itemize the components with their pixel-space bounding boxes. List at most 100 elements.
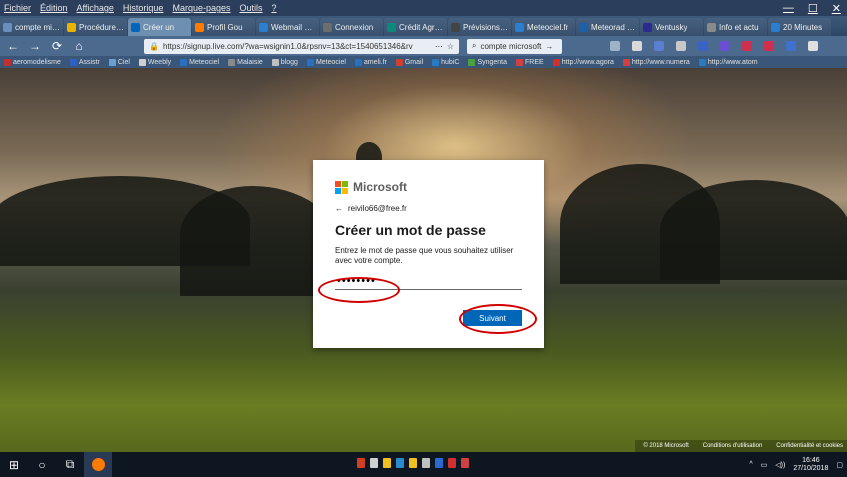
extension-icon[interactable] <box>698 41 708 51</box>
bookmark-item[interactable]: hubiC <box>432 58 459 66</box>
bookmark-item[interactable]: blogg <box>271 58 298 66</box>
extension-icon[interactable] <box>632 41 642 51</box>
tab[interactable]: Prévisions m <box>448 18 511 36</box>
tab[interactable]: Meteorad RG <box>576 18 639 36</box>
app-icon[interactable] <box>461 458 469 468</box>
tab[interactable]: 20 Minutes <box>768 18 831 36</box>
tab[interactable]: compte micro <box>0 18 63 36</box>
bookmark-label: ameli.fr <box>363 58 387 66</box>
tab[interactable]: Profil Gou <box>192 18 255 36</box>
tab-label: Procédure de <box>79 22 124 32</box>
tab-favicon-icon <box>387 22 396 32</box>
menu-history[interactable]: Historique <box>123 3 164 13</box>
more-icon[interactable]: ⋯ <box>435 42 443 51</box>
back-icon[interactable]: ← <box>6 39 20 53</box>
bookmark-favicon-icon <box>468 58 476 66</box>
search-go-icon[interactable]: → <box>545 42 553 51</box>
extension-icon[interactable] <box>720 41 730 51</box>
volume-icon[interactable]: ◁)) <box>775 461 785 469</box>
bookmark-item[interactable]: http://www.numera <box>622 58 690 66</box>
extension-icon[interactable] <box>764 41 774 51</box>
menu-bar: Fichier Édition Affichage Historique Mar… <box>0 0 847 16</box>
app-icon[interactable] <box>357 458 365 468</box>
microsoft-logo-icon <box>335 180 348 194</box>
lock-icon: 🔒 <box>149 41 159 51</box>
notifications-icon[interactable]: ▢ <box>836 461 843 469</box>
back-arrow-icon[interactable]: ← <box>335 204 343 213</box>
bookmark-item[interactable]: Malaisie <box>228 58 263 66</box>
extension-icon[interactable] <box>676 41 686 51</box>
terms-link[interactable]: Conditions d'utilisation <box>703 443 763 449</box>
tab[interactable]: Webmail Fre <box>256 18 319 36</box>
bookmark-favicon-icon <box>395 58 403 66</box>
tray-chevron-icon[interactable]: ^ <box>749 461 752 468</box>
extension-icon[interactable] <box>654 41 664 51</box>
tab-favicon-icon <box>643 22 652 32</box>
tab[interactable]: Procédure de <box>64 18 127 36</box>
clock[interactable]: 16:46 27/10/2018 <box>793 457 828 473</box>
app-icon[interactable] <box>383 458 391 468</box>
task-view-icon[interactable]: ⧉ <box>56 452 84 477</box>
bookmark-star-icon[interactable]: ☆ <box>447 42 454 51</box>
bookmark-item[interactable]: Weebly <box>138 58 171 66</box>
bookmark-item[interactable]: FREE <box>516 58 544 66</box>
forward-icon[interactable]: → <box>28 39 42 53</box>
tab[interactable]: Ventusky <box>640 18 703 36</box>
tab-favicon-icon <box>195 22 204 32</box>
tab-label: 20 Minutes <box>783 22 823 32</box>
bookmark-item[interactable]: Assistr <box>69 58 100 66</box>
tab[interactable]: Meteociel.fr <box>512 18 575 36</box>
bookmark-item[interactable]: Meteociel <box>180 58 219 66</box>
app-icon[interactable] <box>409 458 417 468</box>
app-icon[interactable] <box>396 458 404 468</box>
search-input[interactable]: ⌕ compte microsoft → <box>467 38 562 54</box>
windows-start-icon[interactable]: ⊞ <box>0 452 28 477</box>
bookmark-item[interactable]: Gmail <box>395 58 423 66</box>
close-icon[interactable]: ✕ <box>832 2 841 15</box>
menu-tools[interactable]: Outils <box>240 3 263 13</box>
privacy-link[interactable]: Confidentialité et cookies <box>776 443 843 449</box>
app-icon[interactable] <box>435 458 443 468</box>
tab-label: Profil Gou <box>207 22 243 32</box>
tab[interactable]: Connexion <box>320 18 383 36</box>
tab[interactable]: Crédit Agricol <box>384 18 447 36</box>
bookmark-item[interactable]: ameli.fr <box>354 58 387 66</box>
menu-hamburger-icon[interactable] <box>808 41 818 51</box>
bookmark-item[interactable]: Syngenta <box>468 58 507 66</box>
address-bar[interactable]: 🔒 https://signup.live.com/?wa=wsignin1.0… <box>144 38 459 54</box>
bookmark-item[interactable]: http://www.atom <box>698 58 758 66</box>
tab[interactable]: Info et actu <box>704 18 767 36</box>
firefox-icon[interactable] <box>84 452 112 477</box>
maximize-icon[interactable]: ☐ <box>808 2 818 15</box>
bookmark-item[interactable]: aeromodelisme <box>4 58 61 66</box>
menu-bookmarks[interactable]: Marque-pages <box>172 3 230 13</box>
app-icon[interactable] <box>448 458 456 468</box>
menu-help[interactable]: ? <box>272 3 277 13</box>
tab[interactable]: Créer un <box>128 18 191 36</box>
bookmark-favicon-icon <box>622 58 630 66</box>
menu-file[interactable]: Fichier <box>4 3 31 13</box>
menu-view[interactable]: Affichage <box>77 3 114 13</box>
bookmark-item[interactable]: http://www.agora <box>552 58 614 66</box>
bookmark-favicon-icon <box>69 58 77 66</box>
extension-icon[interactable] <box>610 41 620 51</box>
minimize-icon[interactable]: — <box>783 2 794 14</box>
app-icon[interactable] <box>370 458 378 468</box>
reload-icon[interactable]: ⟳ <box>50 39 64 53</box>
clock-date: 27/10/2018 <box>793 464 829 472</box>
home-icon[interactable]: ⌂ <box>72 39 86 53</box>
bookmark-favicon-icon <box>4 58 11 66</box>
copyright-text: © 2018 Microsoft <box>643 443 689 449</box>
bookmark-item[interactable]: Meteociel <box>306 58 346 66</box>
tab-label: Prévisions m <box>463 22 508 32</box>
bookmark-item[interactable]: Ciel <box>108 58 130 66</box>
tab-favicon-icon <box>579 22 588 32</box>
network-icon[interactable]: ▭ <box>761 461 768 469</box>
menu-edit[interactable]: Édition <box>40 3 68 13</box>
clock-time: 16:46 <box>802 456 820 464</box>
app-icon[interactable] <box>422 458 430 468</box>
extension-icon[interactable] <box>742 41 752 51</box>
extension-icon[interactable] <box>786 41 796 51</box>
search-icon[interactable]: ○ <box>28 452 56 477</box>
tab-label: Connexion <box>335 22 374 32</box>
